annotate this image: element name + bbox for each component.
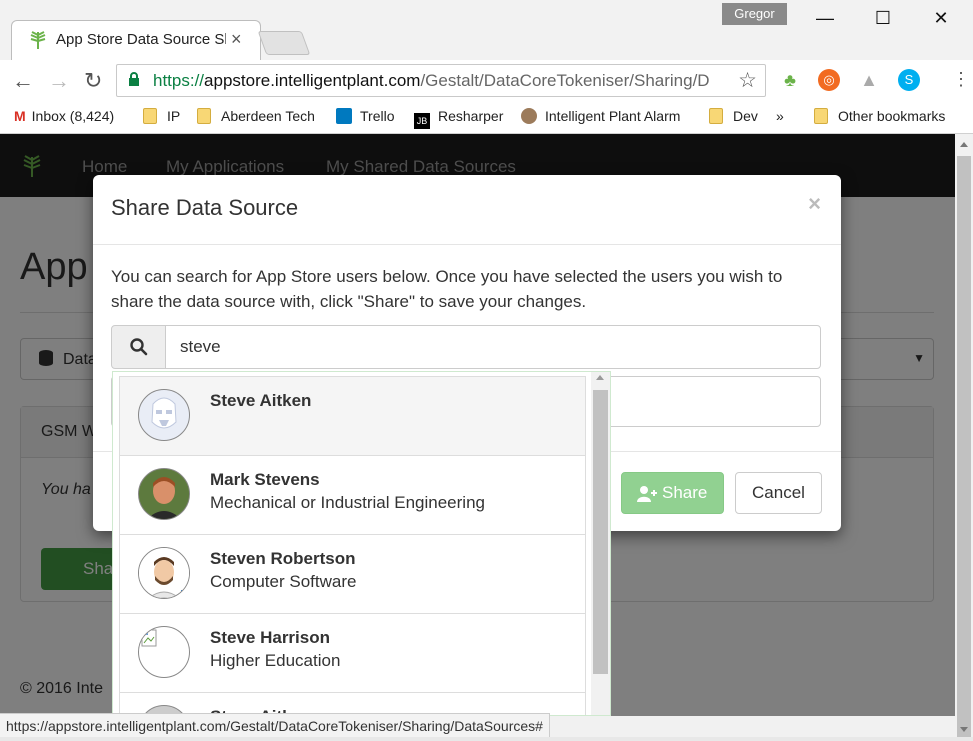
bookmarks-overflow[interactable]: » [776, 108, 784, 124]
bookmark-other[interactable]: Other bookmarks [814, 108, 945, 124]
profile-button[interactable]: Gregor [722, 3, 787, 25]
list-item[interactable]: Mark Stevens Mechanical or Industrial En… [120, 456, 585, 535]
result-name: Steve Harrison [210, 628, 330, 647]
photo-avatar [138, 468, 190, 520]
cancel-button[interactable]: Cancel [735, 472, 822, 514]
modal-description: You can search for App Store users below… [111, 267, 783, 311]
page-scrollbar[interactable] [955, 134, 973, 741]
scrollbar-thumb[interactable] [957, 156, 971, 738]
list-item[interactable]: Steve Harrison Higher Education [120, 614, 585, 693]
bookmark-dev[interactable]: Dev [709, 108, 758, 124]
result-name: Mark Stevens [210, 470, 320, 489]
trello-icon [336, 108, 352, 124]
bookmark-trello[interactable]: Trello [336, 108, 395, 124]
result-name: Steven Robertson [210, 549, 356, 568]
bookmark-ip[interactable]: IP [143, 108, 180, 124]
forward-icon[interactable]: → [48, 68, 70, 94]
folder-icon [143, 108, 157, 124]
maximize-icon[interactable]: ☐ [860, 3, 906, 33]
scroll-up-icon[interactable] [960, 142, 968, 147]
tab-strip: App Store Data Source Sh × Gregor — ☐ ✕ [0, 0, 973, 60]
folder-icon [709, 108, 723, 124]
tab-title: App Store Data Source Sh [56, 31, 226, 48]
jetbrains-icon: JB [414, 113, 430, 129]
bookmark-resharper[interactable]: JB Resharper [414, 108, 503, 129]
list-item[interactable]: Steve Aitken [120, 377, 585, 456]
modal-header: Share Data Source × [93, 175, 841, 245]
close-icon[interactable]: × [808, 191, 821, 217]
back-icon[interactable]: ← [12, 68, 34, 94]
site-icon [521, 108, 537, 124]
list-item[interactable]: Steven Robertson Computer Software [120, 535, 585, 614]
lock-icon [129, 72, 139, 86]
minimize-icon[interactable]: — [802, 3, 848, 33]
bookmarks-bar: M Inbox (8,424) IP Aberdeen Tech Trello J… [0, 102, 973, 134]
new-tab-button[interactable] [257, 31, 311, 55]
bookmark-star-icon[interactable]: ☆ [738, 68, 757, 93]
tab-close-icon[interactable]: × [231, 29, 242, 50]
result-subtitle: Mechanical or Industrial Engineering [210, 493, 485, 512]
drive-extension-icon[interactable]: ▲ [858, 69, 880, 91]
add-user-icon [637, 486, 657, 502]
result-subtitle: Computer Software [210, 572, 357, 591]
result-subtitle: Higher Education [210, 651, 341, 670]
user-search-input[interactable] [165, 325, 821, 369]
chrome-menu-icon[interactable]: ⋮ [952, 69, 970, 90]
gmail-icon: M [14, 108, 26, 124]
broken-image-avatar [138, 626, 190, 678]
browser-window: App Store Data Source Sh × Gregor — ☐ ✕ … [0, 0, 973, 741]
close-window-icon[interactable]: ✕ [918, 3, 964, 33]
stormtrooper-avatar [138, 389, 190, 441]
cartoon-avatar [138, 547, 190, 599]
search-addon [111, 325, 166, 369]
bookmark-intelligent-plant-alarm[interactable]: Intelligent Plant Alarm [521, 108, 691, 124]
browser-toolbar: ← → ↻ https://appstore.intelligentplant.… [0, 60, 973, 102]
url-text: https://appstore.intelligentplant.com/Ge… [153, 71, 710, 90]
folder-icon [197, 108, 211, 124]
user-search-group [111, 325, 821, 369]
plant-extension-icon[interactable]: ♣ [779, 69, 801, 91]
results-scrollbar[interactable] [591, 372, 610, 715]
reload-icon[interactable]: ↻ [84, 68, 102, 94]
folder-icon [814, 108, 828, 124]
bookmark-aberdeen-tech[interactable]: Aberdeen Tech [197, 108, 315, 124]
result-name: Steve Aitken [210, 391, 312, 410]
scroll-down-icon[interactable] [960, 727, 968, 732]
page-viewport: Home My Applications My Shared Data Sour… [0, 134, 955, 716]
bookmark-inbox[interactable]: M Inbox (8,424) [14, 108, 114, 124]
results-list: Steve Aitken Mark Stevens Mechanical or … [119, 376, 586, 715]
window-bottom-edge [0, 737, 973, 741]
search-icon [130, 338, 148, 356]
lifebuoy-extension-icon[interactable]: ◎ [818, 69, 840, 91]
intelligent-plant-logo-icon [30, 31, 46, 49]
share-button[interactable]: Share [621, 472, 724, 514]
status-bar-url: https://appstore.intelligentplant.com/Ge… [0, 713, 550, 738]
address-bar[interactable]: https://appstore.intelligentplant.com/Ge… [116, 64, 766, 97]
scrollbar-thumb[interactable] [593, 390, 608, 674]
modal-title: Share Data Source [111, 195, 299, 220]
browser-tab[interactable]: App Store Data Source Sh × [11, 20, 261, 60]
scroll-up-icon[interactable] [596, 375, 604, 380]
skype-extension-icon[interactable]: S [898, 69, 920, 91]
user-search-results: Steve Aitken Mark Stevens Mechanical or … [112, 371, 611, 716]
